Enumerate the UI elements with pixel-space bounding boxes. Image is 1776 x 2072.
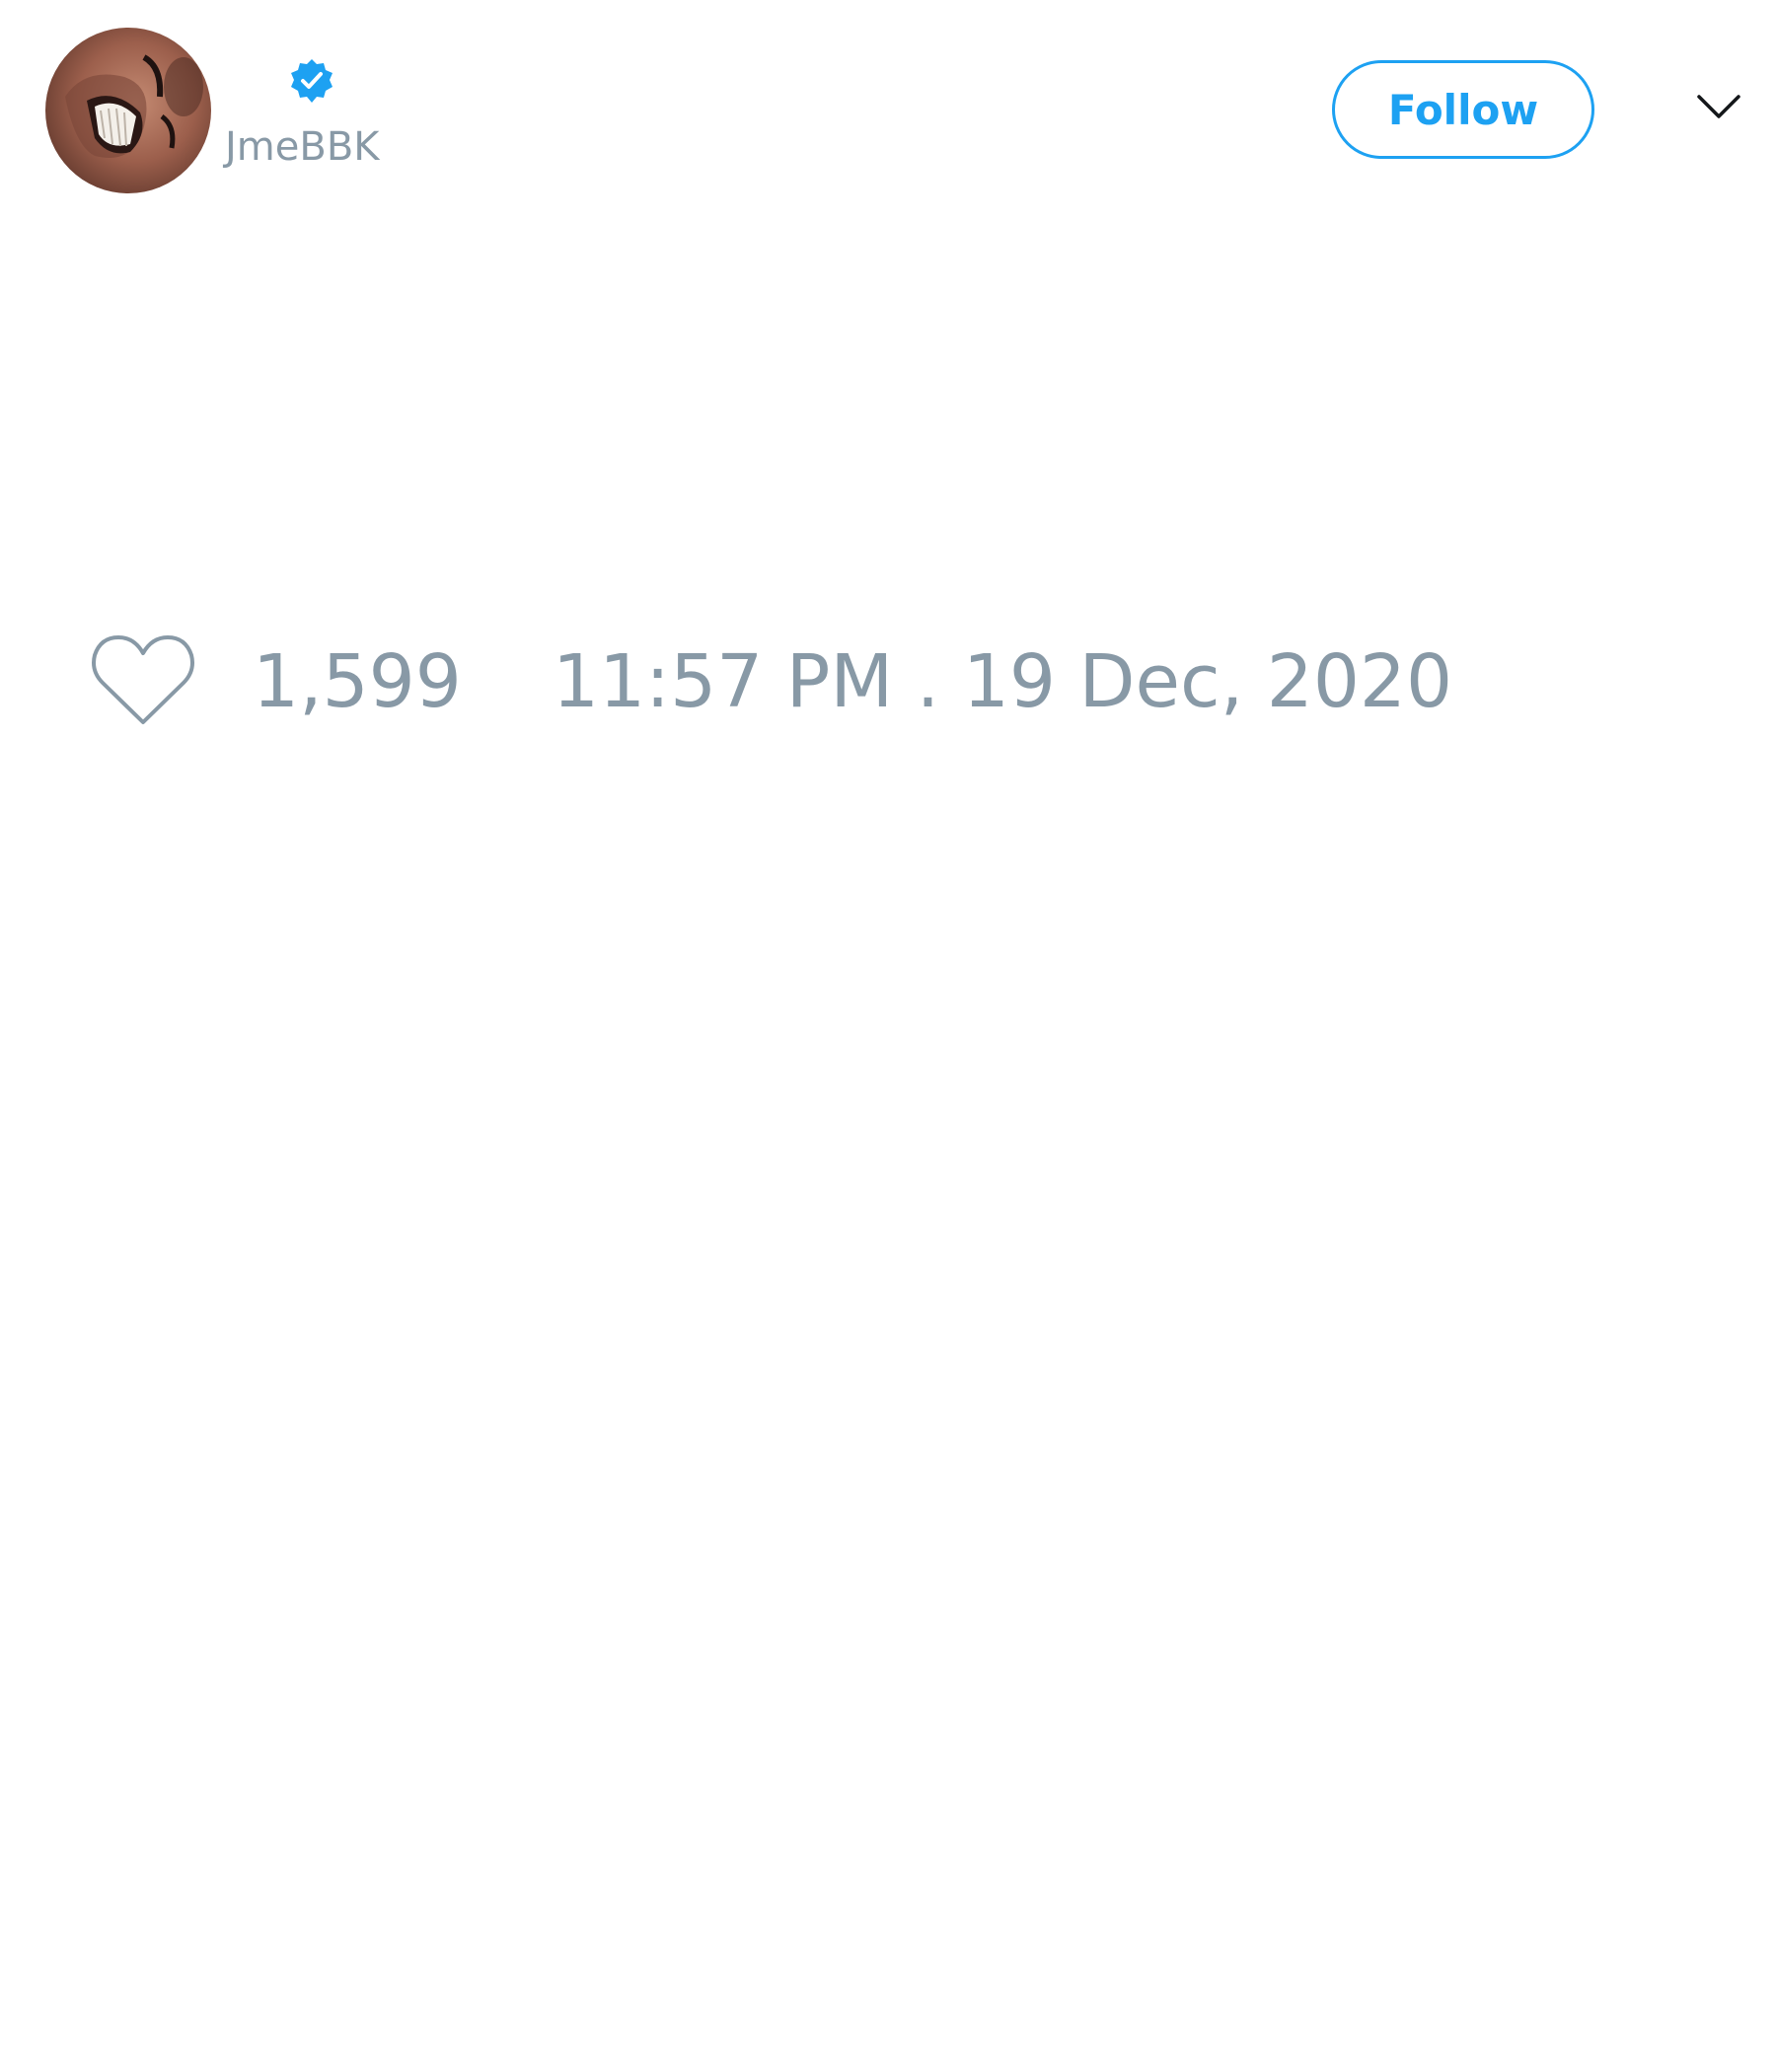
tweet-card: JmeBBK Follow 1,599 11:57 PM . 19 Dec, 2… (0, 0, 1776, 2072)
like-button[interactable] (89, 631, 197, 730)
follow-button[interactable]: Follow (1332, 60, 1594, 159)
tweet-footer: 1,599 11:57 PM . 19 Dec, 2020 (0, 631, 1776, 740)
tweet-header: JmeBBK Follow (0, 0, 1776, 197)
verified-badge-icon (288, 57, 335, 105)
name-block: JmeBBK (225, 51, 620, 180)
username[interactable]: JmeBBK (225, 124, 379, 170)
timestamp[interactable]: 11:57 PM . 19 Dec, 2020 (553, 645, 1452, 718)
avatar-image (45, 28, 211, 193)
chevron-down-icon[interactable] (1695, 91, 1742, 122)
avatar[interactable] (45, 28, 211, 193)
like-count: 1,599 (253, 639, 462, 724)
heart-icon (92, 635, 194, 724)
